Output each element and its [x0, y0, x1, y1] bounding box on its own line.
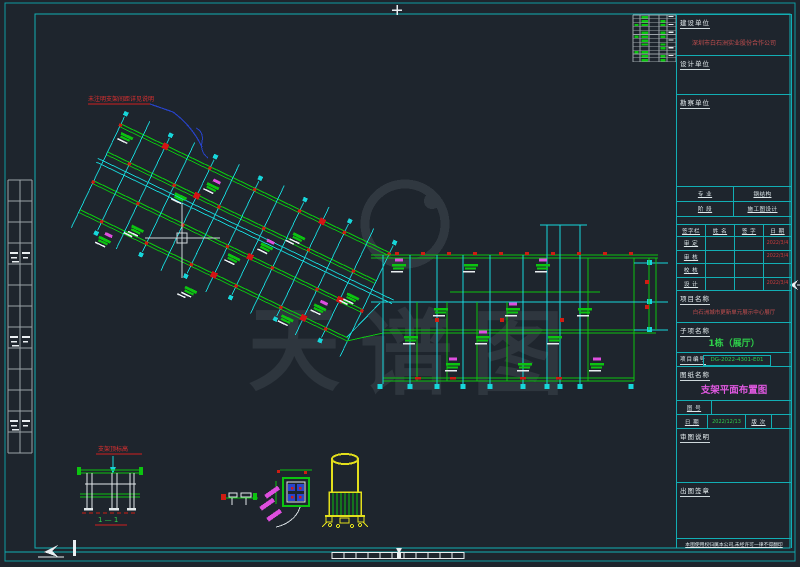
revision-mini-table [633, 15, 676, 62]
plan-note-text: 未注明支架间距详见说明 [88, 95, 154, 103]
project-name-section: 项目名称 白石洲城市更新单元展示中心展厅 [677, 290, 791, 322]
sign-col-sign: 签 字 [742, 227, 756, 235]
project-name-value: 白石洲城市更新单元展示中心展厅 [677, 308, 791, 316]
drawing-name-section: 图纸名称 支架平面布置图 [677, 366, 791, 400]
stage-row: 阶 段 施工图设计 [677, 201, 791, 216]
project-no-value: DG-2022-4301-E01 [703, 355, 771, 366]
survey-section: 勘察单位 [677, 94, 791, 186]
sign-row: 设 计 2022/3/4 [677, 277, 791, 291]
detail-note-text: 支架顶标高 [98, 445, 128, 453]
sign-date: 2022/3/4 [767, 254, 789, 259]
sign-row: 审 核 2022/3/4 [677, 250, 791, 264]
scale-bar [332, 548, 464, 559]
project-name-label: 项目名称 [680, 293, 710, 305]
sign-date: 2022/3/4 [767, 281, 789, 286]
copyright-text: 本图使用权归属本公司,未经许可一律不得翻印 [677, 541, 791, 548]
subproject-value: 1栋（展厅） [677, 336, 791, 349]
watermark-char-2: 谱 [360, 301, 452, 408]
section-caption: 1 — 1 [98, 516, 118, 524]
survey-label: 勘察单位 [680, 97, 710, 109]
title-block: 建设单位 深圳市白石洲实业股份合作公司 设计单位 勘察单位 专 业 钢结构 阶 … [676, 14, 792, 548]
sign-row: 校 核 [677, 263, 791, 277]
owner-section: 建设单位 深圳市白石洲实业股份合作公司 [677, 14, 791, 55]
date-label: 日 期 [685, 418, 699, 426]
column-base-detail [322, 454, 368, 528]
sign-col-date: 日 期 [770, 227, 784, 235]
spacer-row [677, 216, 791, 224]
margin-signoff-table [8, 180, 32, 453]
sign-role: 审 定 [684, 239, 698, 247]
design-section: 设计单位 [677, 55, 791, 94]
cad-sheet: 天 谱 图 未注明支架间距详见说明 支架顶标高 [0, 0, 800, 567]
figure-no-label: 图 号 [687, 404, 701, 412]
subproject-section: 子项名称 1栋（展厅） [677, 322, 791, 352]
sign-role: 设 计 [684, 280, 698, 288]
drawing-name-value: 支架平面布置图 [677, 382, 791, 396]
date-value: 2022/12/13 [712, 419, 741, 425]
copyright-section: 本图使用权归属本公司,未经许可一律不得翻印 [677, 538, 791, 548]
sign-role: 审 核 [684, 253, 698, 261]
beam-detail [221, 493, 258, 505]
profession-value: 钢结构 [753, 190, 771, 198]
owner-label: 建设单位 [680, 17, 710, 29]
sign-header-row: 签字栏 姓 名 签 字 日 期 [677, 224, 791, 236]
project-no-section: 项目编号 DG-2022-4301-E01 [677, 352, 791, 366]
section-detail-1-1: 支架顶标高 1 — 1 [77, 445, 143, 525]
design-label: 设计单位 [680, 58, 710, 70]
profession-row: 专 业 钢结构 [677, 186, 791, 201]
sign-role: 校 核 [684, 266, 698, 274]
stamp-section: 出图签章 [677, 482, 791, 538]
date-row: 日 期 2022/12/13 版 次 [677, 414, 791, 428]
sign-row: 审 定 2022/3/4 [677, 236, 791, 250]
sign-col-role: 签字栏 [682, 227, 700, 235]
watermark-char-3: 图 [472, 301, 564, 408]
plan-annotation: 未注明支架间距详见说明 [88, 95, 208, 158]
sign-date: 2022/3/4 [767, 241, 789, 246]
profession-label: 专 业 [698, 190, 712, 198]
owner-value: 深圳市白石洲实业股份合作公司 [677, 38, 791, 47]
stamp-label: 出图签章 [680, 485, 710, 497]
stage-label: 阶 段 [698, 205, 712, 213]
figure-no-row: 图 号 [677, 400, 791, 414]
review-note-section: 审图说明 [677, 428, 791, 482]
watermark-logo: 天 谱 图 [248, 184, 564, 408]
version-label: 版 次 [751, 418, 765, 426]
anchor-bars [259, 486, 282, 522]
drawing-name-label: 图纸名称 [680, 369, 710, 381]
base-plate-detail [259, 470, 312, 527]
stage-value: 施工图设计 [747, 205, 777, 213]
watermark-char-1: 天 [248, 297, 340, 404]
review-note-label: 审图说明 [680, 431, 710, 443]
sign-col-name: 姓 名 [713, 227, 727, 235]
